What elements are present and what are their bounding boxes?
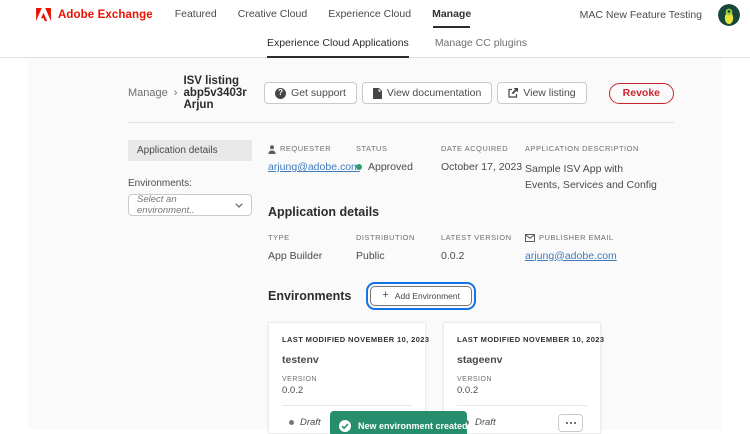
distribution-field: DISTRIBUTION Public [356, 232, 415, 262]
environment-cards: LAST MODIFIED NOVEMBER 10, 2023 testenv … [268, 321, 674, 434]
primary-nav: Featured Creative Cloud Experience Cloud… [175, 0, 471, 29]
nav-item-featured[interactable]: Featured [175, 0, 217, 29]
toast-message: New environment created [358, 421, 468, 431]
environment-select[interactable]: Select an environment.. [128, 194, 252, 216]
document-icon [372, 87, 382, 99]
environments-header-row: Environments + Add Environment [268, 281, 674, 310]
toast-close-icon[interactable]: ✕ [475, 420, 487, 433]
view-documentation-button[interactable]: View documentation [361, 82, 493, 104]
status-badge: Approved [368, 161, 413, 173]
application-details-heading: Application details [268, 204, 380, 219]
adobe-exchange-logo[interactable]: Adobe Exchange [36, 8, 153, 21]
revoke-button[interactable]: Revoke [608, 82, 674, 104]
publisher-email-link[interactable]: arjung@adobe.com [525, 250, 617, 262]
main-region: Manage › ISV listing abp5v3403r Arjun ? … [28, 58, 722, 434]
environments-heading: Environments [268, 288, 352, 303]
user-avatar[interactable] [718, 3, 740, 26]
nav-item-manage[interactable]: Manage [432, 0, 471, 29]
external-link-icon [508, 88, 519, 98]
environment-name: testenv [282, 353, 319, 366]
sidebar-item-application-details[interactable]: Application details [128, 140, 252, 161]
breadcrumb-separator-icon: › [173, 87, 178, 99]
success-toast: New environment created ✕ [330, 411, 484, 434]
listing-topbar: Manage › ISV listing abp5v3403r Arjun ? … [128, 58, 674, 111]
version-label: VERSION [282, 375, 318, 383]
version-value: 0.0.2 [282, 384, 304, 396]
breadcrumb: Manage › ISV listing abp5v3403r Arjun [128, 75, 264, 111]
brand-name: Adobe Exchange [58, 8, 153, 21]
envelope-icon [525, 233, 535, 242]
action-buttons: ? Get support View documentation View li… [264, 82, 674, 104]
top-header: Adobe Exchange Featured Creative Cloud E… [0, 0, 750, 29]
help-icon: ? [275, 87, 287, 99]
success-check-icon [339, 420, 351, 432]
version-value: 0.0.2 [457, 384, 479, 396]
card-last-modified: LAST MODIFIED NOVEMBER 10, 2023 [282, 334, 430, 344]
draft-status-icon [289, 420, 294, 426]
details-fields: TYPE App Builder DISTRIBUTION Public LAT… [268, 233, 674, 262]
tab-manage-cc-plugins[interactable]: Manage CC plugins [435, 29, 527, 57]
account-name[interactable]: MAC New Feature Testing [580, 9, 702, 21]
nav-item-experience-cloud[interactable]: Experience Cloud [328, 0, 411, 29]
nav-item-creative-cloud[interactable]: Creative Cloud [238, 0, 307, 29]
environment-status: Draft [289, 417, 321, 428]
status-approved-icon [356, 164, 362, 170]
card-divider [457, 404, 587, 406]
section-divider [128, 122, 674, 123]
publisher-email-field: PUBLISHER EMAIL arjung@adobe.com [525, 232, 617, 262]
environment-name: stageenv [457, 353, 503, 366]
listing-detail-pane: REQUESTER arjung@adobe.com STATUS Approv… [268, 140, 674, 434]
card-last-modified: LAST MODIFIED NOVEMBER 10, 2023 [457, 334, 605, 344]
adobe-exchange-page: Adobe Exchange Featured Creative Cloud E… [0, 0, 750, 434]
requester-email-link[interactable]: arjung@adobe.com [268, 161, 360, 173]
type-field: TYPE App Builder [268, 232, 323, 262]
tab-experience-cloud-applications[interactable]: Experience Cloud Applications [266, 29, 409, 58]
secondary-tabbar: Experience Cloud Applications Manage CC … [0, 29, 750, 58]
page-title: ISV listing abp5v3403r Arjun [183, 75, 247, 111]
date-acquired-field: DATE ACQUIRED October 17, 2023 [441, 144, 523, 173]
add-environment-focus-ring: + Add Environment [366, 281, 476, 310]
status-field: STATUS Approved [356, 144, 413, 173]
application-description-field: APPLICATION DESCRIPTION Sample ISV App w… [525, 144, 657, 192]
left-sidebar: Application details Environments: Select… [128, 140, 252, 434]
breadcrumb-manage-link[interactable]: Manage [128, 87, 168, 99]
more-options-button[interactable] [558, 413, 583, 432]
environments-select-label: Environments: [128, 178, 192, 189]
overview-fields: REQUESTER arjung@adobe.com STATUS Approv… [268, 144, 674, 194]
latest-version-field: LATEST VERSION 0.0.2 [441, 232, 512, 262]
more-options-icon [565, 421, 568, 424]
adobe-logo-icon [36, 8, 51, 21]
view-listing-button[interactable]: View listing [497, 82, 587, 104]
chevron-down-icon [235, 202, 243, 208]
get-support-button[interactable]: ? Get support [264, 82, 357, 104]
card-divider [282, 404, 412, 406]
requester-field: REQUESTER arjung@adobe.com [268, 144, 360, 173]
person-icon [268, 144, 276, 154]
add-environment-button[interactable]: + Add Environment [370, 285, 472, 306]
header-right: MAC New Feature Testing [580, 3, 740, 26]
version-label: VERSION [457, 375, 493, 383]
plus-icon: + [382, 289, 389, 302]
